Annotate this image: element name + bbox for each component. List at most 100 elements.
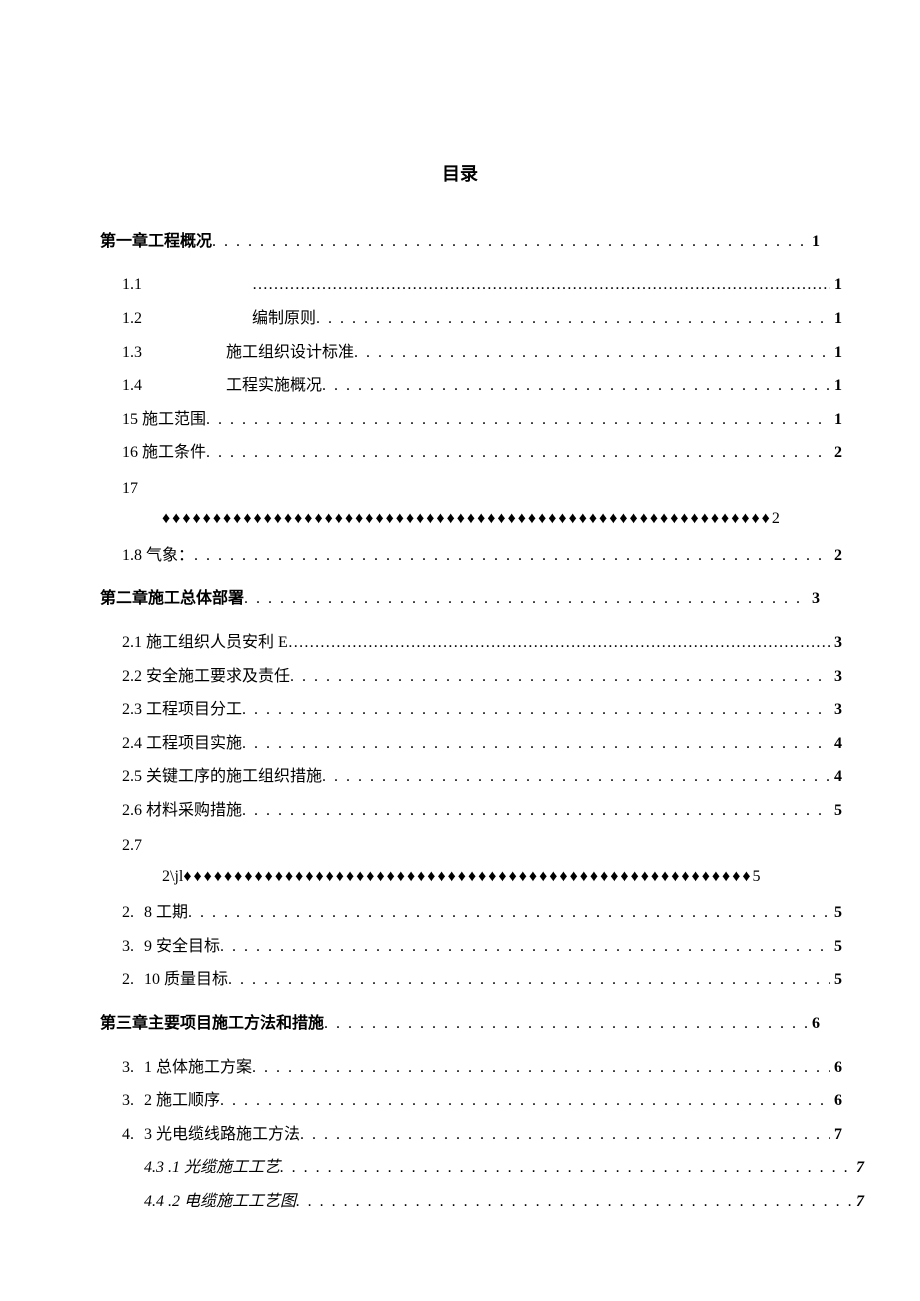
toc-label: 10 质量目标 <box>144 967 228 993</box>
toc-leader <box>206 407 830 433</box>
toc-page: 7 <box>852 1189 864 1215</box>
toc-leader <box>220 1088 830 1114</box>
toc-entry: 15 施工范围 1 <box>122 407 842 433</box>
toc-page: 2 <box>830 543 842 569</box>
toc-label: 2 施工顺序 <box>144 1088 220 1114</box>
toc-label: 9 安全目标 <box>144 934 220 960</box>
toc-page: 7 <box>830 1122 842 1148</box>
toc-leader <box>228 967 830 993</box>
toc-entry: 16 施工条件 2 <box>122 440 842 466</box>
toc-entry: 第三章主要项目施工方法和措施 6 <box>100 1011 820 1037</box>
toc-number: 1.1 <box>122 272 142 298</box>
toc-entry: 2. 10 质量目标 5 <box>122 967 842 993</box>
toc-page: 7 <box>852 1155 864 1181</box>
toc-leader <box>322 764 830 790</box>
toc-leader <box>354 340 830 366</box>
toc-entry: 2.1 施工组织人员安利 E 3 <box>122 630 842 656</box>
toc-entry: 2.3 工程项目分工 3 <box>122 697 842 723</box>
toc-label: 第二章施工总体部署 <box>100 586 244 612</box>
toc-number: 1.2 <box>122 306 142 332</box>
toc-label: 3 光电缆线路施工方法 <box>144 1122 300 1148</box>
toc-entry: 2. 8 工期 5 <box>122 900 842 926</box>
toc-page: 1 <box>830 340 842 366</box>
toc-label: 4.3 .1 光缆施工工艺 <box>144 1155 280 1181</box>
toc-label: 2.4 工程项目实施 <box>122 731 242 757</box>
toc-number: 3. <box>122 1088 134 1114</box>
toc-page: 1 <box>808 229 820 255</box>
toc-label: 15 施工范围 <box>122 407 206 433</box>
diamond-fill: ♦♦♦♦♦♦♦♦♦♦♦♦♦♦♦♦♦♦♦♦♦♦♦♦♦♦♦♦♦♦♦♦♦♦♦♦♦♦♦♦… <box>183 868 752 885</box>
toc-number: 3. <box>122 1055 134 1081</box>
toc-page: 5 <box>830 798 842 824</box>
toc-page: 1 <box>830 272 842 298</box>
toc-page: 5 <box>830 967 842 993</box>
toc-entry: 3.1 总体施工方案 6 <box>122 1055 842 1081</box>
toc-leader <box>296 1189 852 1215</box>
toc-number: 2. <box>122 967 134 993</box>
toc-page: 3 <box>830 630 842 656</box>
toc-label: 第一章工程概况 <box>100 229 212 255</box>
toc-entry: 1.3施工组织设计标准 1 <box>122 340 842 366</box>
toc-label: 1 总体施工方案 <box>144 1055 252 1081</box>
toc-label: 8 工期 <box>144 900 188 926</box>
toc-entry: 1.11 <box>122 272 842 298</box>
toc-label: 工程实施概况 <box>226 373 322 399</box>
toc-number: 3. <box>122 934 134 960</box>
toc-entry: 1.8 气象： 2 <box>122 543 842 569</box>
toc-page: 3 <box>830 697 842 723</box>
toc-entry: 4.3 .1 光缆施工工艺 7 <box>144 1155 864 1181</box>
toc-entry-garbled: 2.72\jl♦♦♦♦♦♦♦♦♦♦♦♦♦♦♦♦♦♦♦♦♦♦♦♦♦♦♦♦♦♦♦♦♦… <box>122 831 820 892</box>
toc-leader <box>324 1011 808 1037</box>
toc-entry: 3.9 安全目标 5 <box>122 934 842 960</box>
toc-page: 1 <box>830 306 842 332</box>
toc-entry: 4. 3 光电缆线路施工方法 7 <box>122 1122 842 1148</box>
toc-leader <box>300 1122 830 1148</box>
toc-leader <box>212 229 808 255</box>
toc-entry: 2.2 安全施工要求及责任 3 <box>122 664 842 690</box>
toc-label: 1.8 气象： <box>122 543 194 569</box>
toc-page: 4 <box>830 764 842 790</box>
toc-number: 2. <box>122 900 134 926</box>
toc-leader <box>280 1155 852 1181</box>
toc-leader <box>244 586 808 612</box>
toc-label: 2.3 工程项目分工 <box>122 697 242 723</box>
toc-label: 2.5 关键工序的施工组织措施 <box>122 764 322 790</box>
toc-entry: 2.4 工程项目实施 4 <box>122 731 842 757</box>
toc-page: 2 <box>830 440 842 466</box>
toc-leader <box>242 798 830 824</box>
toc-leader <box>220 934 830 960</box>
toc-label: 2.2 安全施工要求及责任 <box>122 664 290 690</box>
toc-entry: 第二章施工总体部署 3 <box>100 586 820 612</box>
toc-page: 6 <box>830 1088 842 1114</box>
diamond-fill: ♦♦♦♦♦♦♦♦♦♦♦♦♦♦♦♦♦♦♦♦♦♦♦♦♦♦♦♦♦♦♦♦♦♦♦♦♦♦♦♦… <box>162 510 772 527</box>
garbled-prefix: 2\jl <box>162 868 183 885</box>
toc-leader <box>188 900 830 926</box>
toc-leader <box>290 664 830 690</box>
toc-leader <box>316 306 830 332</box>
toc-entry-garbled: 17 ♦♦♦♦♦♦♦♦♦♦♦♦♦♦♦♦♦♦♦♦♦♦♦♦♦♦♦♦♦♦♦♦♦♦♦♦♦♦… <box>122 474 820 535</box>
toc-title: 目录 <box>100 160 820 189</box>
toc-entry: 2.5 关键工序的施工组织措施 4 <box>122 764 842 790</box>
toc-container: 第一章工程概况 11.111.2编制原则 11.3施工组织设计标准 11.4工程… <box>100 229 820 1215</box>
toc-page: 4 <box>830 731 842 757</box>
toc-entry: 1.2编制原则 1 <box>122 306 842 332</box>
toc-label: 4.4 .2 电缆施工工艺图 <box>144 1189 296 1215</box>
toc-page: 3 <box>808 586 820 612</box>
toc-number: 1.3 <box>122 340 142 366</box>
toc-entry: 3. 2 施工顺序 6 <box>122 1088 842 1114</box>
toc-entry: 第一章工程概况 1 <box>100 229 820 255</box>
toc-page: 1 <box>830 407 842 433</box>
toc-page: 5 <box>830 900 842 926</box>
toc-number: 17 <box>122 474 232 504</box>
toc-entry: 2.6 材料采购措施 5 <box>122 798 842 824</box>
toc-number: 4. <box>122 1122 134 1148</box>
toc-leader <box>288 630 830 656</box>
toc-page: 2 <box>772 510 780 527</box>
toc-entry: 4.4 .2 电缆施工工艺图 7 <box>144 1189 864 1215</box>
toc-label: 2.1 施工组织人员安利 E <box>122 630 288 656</box>
toc-entry: 1.4工程实施概况 1 <box>122 373 842 399</box>
toc-leader <box>194 543 830 569</box>
toc-leader <box>206 440 830 466</box>
toc-leader <box>242 697 830 723</box>
toc-leader <box>242 731 830 757</box>
